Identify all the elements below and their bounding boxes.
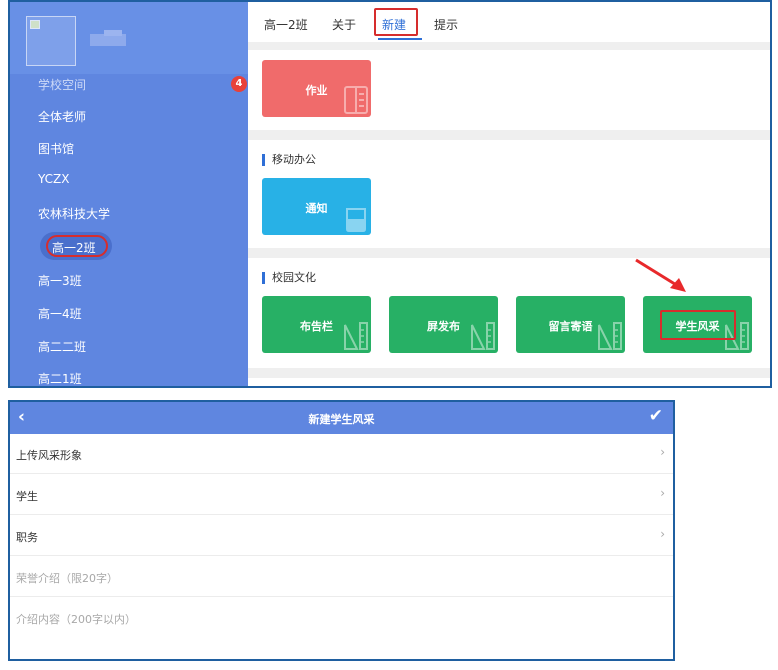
form-row-student[interactable]: 学生 › (10, 475, 673, 515)
checkmark-icon[interactable]: ✔ (649, 406, 663, 426)
intro-content-textarea[interactable]: 介绍内容（200字以内） (10, 598, 673, 659)
notification-badge: 4 (231, 76, 247, 92)
sidebar: 学校空间 4 全体老师 图书馆 YCZX 农林科技大学 高一2班 高一3班 高一… (10, 2, 248, 386)
section-homework: 作业 (248, 50, 770, 130)
tile-notice[interactable]: 通知 (262, 178, 371, 235)
form-row-upload-photo[interactable]: 上传风采形象 › (10, 434, 673, 474)
ruler-icon (344, 322, 368, 350)
honor-intro-input[interactable]: 荣誉介绍（限20字） (10, 557, 673, 597)
sidebar-item-agri-univ[interactable]: 农林科技大学 (38, 205, 110, 222)
form-title: 新建学生风采 (308, 413, 375, 426)
sidebar-item-class-2-2[interactable]: 高二二班 (38, 338, 86, 355)
tab-bar: 高一2班 关于 新建 提示 (248, 2, 770, 42)
form-header: ‹ 新建学生风采 ✔ (10, 402, 673, 434)
tab-about[interactable]: 关于 (332, 16, 356, 33)
form-row-label: 学生 (16, 490, 38, 503)
school-logo-image (26, 16, 76, 66)
notebook-icon (344, 86, 368, 114)
section-title-campus-culture: 校园文化 (262, 272, 316, 284)
tile-screen-publish[interactable]: 屏发布 (389, 296, 498, 353)
sidebar-item-yczx[interactable]: YCZX (38, 172, 70, 186)
tile-bulletin-board[interactable]: 布告栏 (262, 296, 371, 353)
tab-class-1-2[interactable]: 高一2班 (264, 16, 308, 33)
ruler-icon (598, 322, 622, 350)
section-title-mobile-office: 移动办公 (262, 154, 316, 166)
section-next-partial (248, 378, 770, 386)
tile-message-board[interactable]: 留言寄语 (516, 296, 625, 353)
chevron-right-icon: › (660, 445, 665, 459)
sidebar-item-library[interactable]: 图书馆 (38, 140, 74, 157)
chevron-right-icon: › (660, 527, 665, 541)
new-student-showcase-form: ‹ 新建学生风采 ✔ 上传风采形象 › 学生 › 职务 › 荣誉介绍（限20字）… (8, 400, 675, 661)
sidebar-item-class-1-4[interactable]: 高一4班 (38, 305, 82, 322)
form-row-label: 上传风采形象 (16, 449, 82, 462)
annotation-arrow (635, 258, 686, 292)
school-name-placeholder-accent (104, 30, 122, 36)
form-row-label: 职务 (16, 531, 38, 544)
honor-intro-placeholder: 荣誉介绍（限20字） (16, 572, 118, 585)
sidebar-item-school-space[interactable]: 学校空间 (38, 76, 86, 93)
annotation-box-tab (374, 8, 418, 36)
broken-image-icon (30, 20, 40, 29)
section-mobile-office: 移动办公 通知 (248, 140, 770, 248)
tab-tips[interactable]: 提示 (434, 16, 458, 33)
sidebar-item-class-2-1[interactable]: 高二1班 (38, 370, 82, 386)
ruler-icon (471, 322, 495, 350)
app-window-top: 学校空间 4 全体老师 图书馆 YCZX 农林科技大学 高一2班 高一3班 高一… (8, 0, 772, 388)
annotation-box-sidebar (46, 235, 108, 257)
chevron-right-icon: › (660, 486, 665, 500)
sidebar-item-all-teachers[interactable]: 全体老师 (38, 108, 86, 125)
intro-content-placeholder: 介绍内容（200字以内） (16, 613, 136, 626)
annotation-box-tile (660, 310, 736, 340)
tab-active-indicator (378, 38, 422, 40)
form-row-position[interactable]: 职务 › (10, 516, 673, 556)
sidebar-header (10, 2, 248, 74)
tile-homework[interactable]: 作业 (262, 60, 371, 117)
beaker-icon (346, 208, 366, 232)
sidebar-item-class-1-3[interactable]: 高一3班 (38, 272, 82, 289)
